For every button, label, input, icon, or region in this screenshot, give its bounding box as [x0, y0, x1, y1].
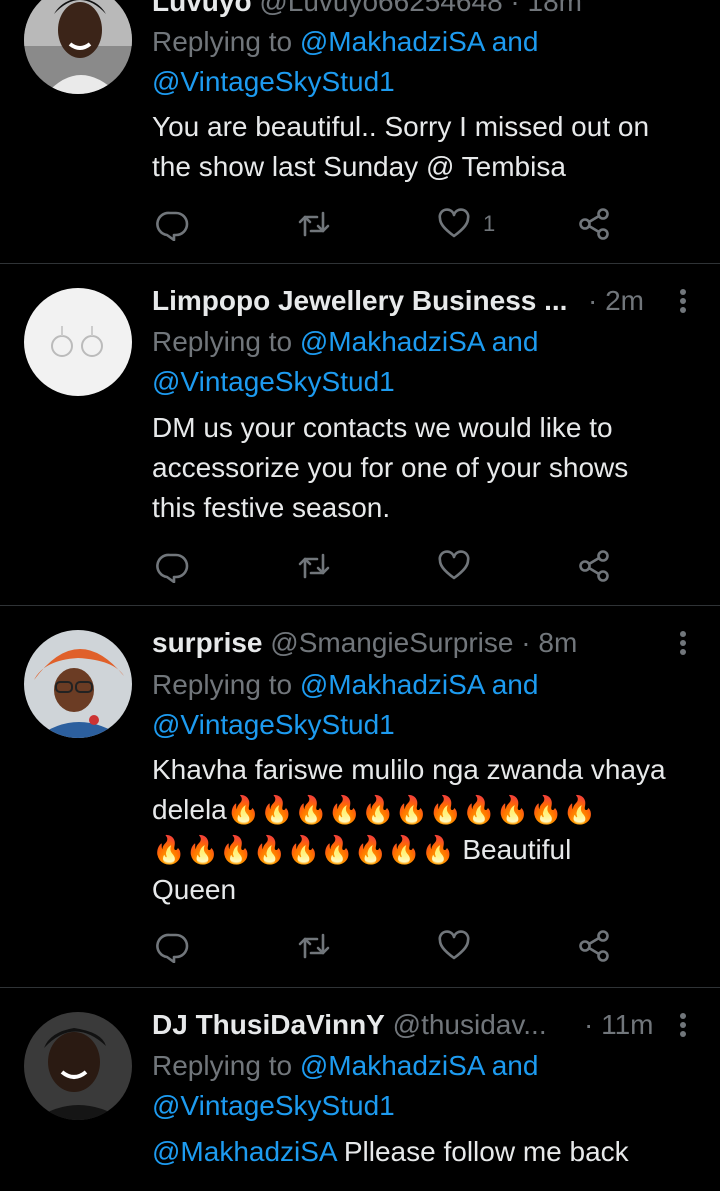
avatar-djthusi[interactable] — [24, 1012, 132, 1120]
tweet-header: surprise @SmangieSurprise · 8m — [152, 623, 696, 663]
share-icon — [579, 208, 609, 240]
user-handle[interactable]: @SmangieSurprise — [270, 627, 513, 658]
retweet-button[interactable] — [297, 544, 331, 588]
mention-link[interactable]: @MakhadziSA — [300, 1050, 484, 1081]
tweet-text-line: the show last Sunday @ Tembisa — [152, 151, 566, 182]
tweet-surprise[interactable]: surprise @SmangieSurprise · 8m Replying … — [0, 606, 720, 988]
separator-dot: · — [588, 285, 598, 316]
tweet-text-line: this festive season. — [152, 492, 391, 523]
display-name[interactable]: Luvuyo — [152, 0, 252, 17]
replying-to-label: Replying to — [152, 669, 293, 700]
and-link[interactable]: and — [492, 326, 539, 357]
share-button[interactable] — [577, 202, 611, 246]
tweet-djthusi[interactable]: DJ ThusiDaVinnY @thusidav... · 11m Reply… — [0, 988, 720, 1191]
tweet-text-line: accessorize you for one of your shows — [152, 452, 629, 483]
more-icon[interactable] — [670, 281, 696, 321]
tweet-text: You are beautiful.. Sorry I missed out o… — [152, 107, 690, 187]
timestamp[interactable]: 11m — [601, 1009, 653, 1040]
more-icon[interactable] — [670, 0, 696, 22]
retweet-button[interactable] — [297, 924, 331, 968]
replying-to-label: Replying to — [152, 1050, 293, 1081]
replying-to: Replying to @MakhadziSA and @VintageSkyS… — [152, 322, 690, 402]
retweet-icon — [298, 933, 330, 959]
share-button[interactable] — [577, 924, 611, 968]
reply-button[interactable] — [156, 202, 190, 246]
tweet-text: Khavha fariswe mulilo nga zwanda vhaya d… — [152, 750, 690, 910]
tweet-text-line: Queen — [152, 874, 237, 905]
tweet-luvuyo[interactable]: Luvuyo @Luvuyo66254648 · 18m Replying to… — [0, 0, 720, 264]
retweet-icon — [298, 553, 330, 579]
display-name[interactable]: Limpopo Jewellery Business ... — [152, 285, 567, 316]
more-icon[interactable] — [670, 623, 696, 663]
tweet-text-line: Beautiful — [462, 834, 572, 865]
heart-icon — [438, 930, 470, 960]
replying-to: Replying to @MakhadziSA and @VintageSkyS… — [152, 1046, 690, 1126]
tweet-header: Limpopo Jewellery Business ... · 2m — [152, 281, 696, 321]
reply-icon — [156, 211, 189, 241]
avatar-surprise[interactable] — [24, 630, 132, 738]
mention-link[interactable]: @VintageSkyStud1 — [152, 66, 395, 97]
mention-link[interactable]: @VintageSkyStud1 — [152, 366, 395, 397]
more-icon[interactable] — [670, 1005, 696, 1045]
replying-to-label: Replying to — [152, 26, 293, 57]
display-name[interactable]: surprise — [152, 627, 263, 658]
tweet-text: @MakhadziSA Pllease follow me back — [152, 1132, 690, 1172]
tweet-text-line: Pllease follow me back — [343, 1136, 629, 1167]
separator-dot: · — [510, 0, 520, 17]
tweet-actions — [152, 924, 622, 968]
separator-dot: · — [584, 1009, 594, 1040]
mention-link[interactable]: @MakhadziSA — [300, 669, 484, 700]
share-button[interactable] — [577, 544, 611, 588]
tweet-actions — [152, 544, 622, 588]
reply-button[interactable] — [156, 544, 190, 588]
tweet-header: DJ ThusiDaVinnY @thusidav... · 11m — [152, 1005, 696, 1045]
mention-link[interactable]: @VintageSkyStud1 — [152, 1090, 395, 1121]
timestamp[interactable]: 2m — [605, 285, 644, 316]
tweet-text-line: Khavha fariswe mulilo nga zwanda vhaya — [152, 754, 666, 785]
reply-icon — [156, 933, 189, 963]
tweet-header: Luvuyo @Luvuyo66254648 · 18m — [152, 0, 696, 22]
avatar-luvuyo[interactable] — [24, 0, 132, 94]
tweet-text-line: You are beautiful.. Sorry I missed out o… — [152, 111, 650, 142]
and-link[interactable]: and — [492, 669, 539, 700]
user-handle[interactable]: @Luvuyo66254648 — [259, 0, 502, 17]
replying-to: Replying to @MakhadziSA and @VintageSkyS… — [152, 22, 690, 102]
timestamp[interactable]: 8m — [538, 627, 577, 658]
like-count: 1 — [483, 211, 496, 236]
user-handle[interactable]: @thusidav... — [393, 1009, 547, 1040]
like-button[interactable]: 1 — [437, 202, 495, 246]
share-icon — [579, 930, 609, 962]
mention-link[interactable]: @MakhadziSA — [300, 326, 484, 357]
tweet-text-line: delela — [152, 794, 227, 825]
tweet-limpopo[interactable]: Limpopo Jewellery Business ... · 2m Repl… — [0, 264, 720, 606]
replying-to: Replying to @MakhadziSA and @VintageSkyS… — [152, 665, 690, 745]
retweet-button[interactable] — [297, 202, 331, 246]
heart-icon — [438, 208, 470, 238]
separator-dot: · — [521, 627, 531, 658]
tweet-actions: 1 — [152, 202, 622, 246]
and-link[interactable]: and — [492, 1050, 539, 1081]
reply-button[interactable] — [156, 924, 190, 968]
share-icon — [579, 550, 609, 582]
tweet-text: DM us your contacts we would like to acc… — [152, 408, 690, 528]
avatar-limpopo[interactable] — [24, 288, 132, 396]
mention-link[interactable]: @MakhadziSA — [152, 1136, 336, 1167]
and-link[interactable]: and — [492, 26, 539, 57]
replying-to-label: Replying to — [152, 326, 293, 357]
tweet-text-line: DM us your contacts we would like to — [152, 412, 613, 443]
timestamp[interactable]: 18m — [528, 0, 582, 17]
reply-icon — [156, 553, 189, 583]
like-button[interactable] — [437, 924, 471, 968]
mention-link[interactable]: @MakhadziSA — [300, 26, 484, 57]
heart-icon — [438, 550, 470, 580]
like-button[interactable] — [437, 544, 471, 588]
fire-emojis: 🔥🔥🔥🔥🔥🔥🔥🔥🔥🔥🔥 — [226, 795, 597, 825]
fire-emojis: 🔥🔥🔥🔥🔥🔥🔥🔥🔥 — [152, 835, 455, 865]
mention-link[interactable]: @VintageSkyStud1 — [152, 709, 395, 740]
display-name[interactable]: DJ ThusiDaVinnY — [152, 1009, 385, 1040]
retweet-icon — [298, 211, 330, 237]
